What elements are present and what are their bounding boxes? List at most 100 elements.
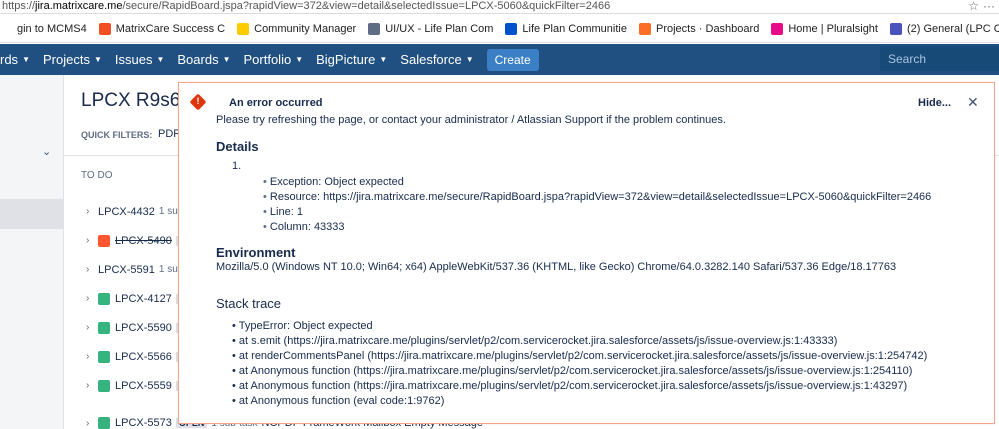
nav-item-rds[interactable]: rds ▼ [0, 52, 30, 67]
nav-item-label: Projects [42, 52, 90, 67]
nav-item-issues[interactable]: Issues ▼ [115, 52, 165, 67]
environment-heading: Environment [216, 245, 296, 260]
bookmark-item[interactable]: MatrixCare Success C [98, 22, 226, 35]
more-menu-icon[interactable]: ··· [983, 0, 995, 13]
nav-item-portfolio[interactable]: Portfolio ▼ [244, 52, 304, 67]
bookmark-favicon-icon [368, 22, 381, 35]
bullet: • [232, 380, 239, 392]
issue-key[interactable]: LPCX-5490 [115, 235, 172, 247]
stack-trace-heading: Stack trace [216, 296, 282, 311]
details-item: • Exception: Object expected [263, 176, 404, 188]
chevron-right-icon: › [86, 417, 90, 429]
bookmark-label: Community Manager [254, 22, 357, 35]
stack-trace-text: at Anonymous function (https://jira.matr… [238, 380, 908, 392]
bookmark-item[interactable]: Home | Pluralsight [771, 22, 878, 35]
issue-key[interactable]: LPCX-5591 [98, 264, 155, 276]
close-icon[interactable]: ✕ [967, 94, 979, 111]
url-prefix: https:// [2, 0, 36, 12]
issue-key[interactable]: LPCX-4432 [98, 206, 155, 218]
bookmark-item[interactable]: Life Plan Communitie [505, 22, 627, 35]
issue-row[interactable]: › LPCX-5590 [70, 314, 190, 341]
nav-item-salesforce[interactable]: Salesforce ▼ [400, 52, 473, 67]
nav-item-label: Issues [114, 52, 153, 67]
story-icon [98, 321, 110, 334]
bookmark-item[interactable]: (2) General (LPC Clinic [889, 22, 999, 35]
bookmark-item[interactable]: UI/UX - Life Plan Com [368, 22, 494, 35]
details-item-text: Exception: Object expected [269, 176, 404, 188]
bookmark-favicon-icon [889, 22, 902, 35]
bookmark-item[interactable]: Community Manager [237, 22, 357, 35]
details-heading: Details [216, 139, 259, 154]
chevron-right-icon: › [86, 293, 90, 304]
bookmark-favicon-icon [771, 22, 784, 35]
details-item: • Resource: https://jira.matrixcare.me/s… [263, 191, 931, 203]
bookmarks-bar: gin to MCMS4 MatrixCare Success C Communit… [0, 15, 999, 43]
create-button[interactable]: Create [486, 48, 539, 71]
url-path: /secure/RapidBoard.jspa?rapidView=372&vi… [122, 0, 611, 12]
chevron-right-icon: › [86, 380, 90, 391]
stack-trace-text: at renderCommentsPanel (https://jira.mat… [238, 350, 928, 362]
issue-row[interactable]: › LPCX-5490 [70, 227, 190, 254]
story-icon [98, 379, 110, 392]
nav-item-label: rds [0, 52, 19, 67]
hide-button[interactable]: Hide... [918, 97, 951, 109]
bookmark-label: UI/UX - Life Plan Com [385, 22, 494, 35]
issue-key[interactable]: LPCX-5566 [115, 351, 172, 363]
issue-row[interactable]: › LPCX-5591 1 sub- [70, 256, 190, 283]
sidebar-selected-item[interactable] [0, 199, 64, 229]
bookmark-favicon-icon [98, 22, 111, 35]
bug-icon [98, 234, 110, 247]
details-item-text: Resource: https://jira.matrixcare.me/sec… [269, 191, 932, 203]
bookmark-label: Life Plan Communitie [522, 22, 627, 35]
bookmark-item[interactable]: gin to MCMS4 [0, 22, 87, 35]
bullet: • [232, 350, 239, 362]
chevron-right-icon: › [86, 264, 90, 275]
details-item-text: Line: 1 [269, 206, 303, 218]
issue-key[interactable]: LPCX-5559 [115, 380, 172, 392]
search-input[interactable]: Search [880, 47, 999, 71]
bookmark-favicon-icon [0, 22, 12, 35]
issue-key[interactable]: LPCX-5573 [115, 417, 172, 429]
bookmark-label: MatrixCare Success C [115, 22, 226, 35]
caret-down-icon: ▼ [379, 55, 388, 64]
stack-trace-text: at s.emit (https://jira.matrixcare.me/pl… [238, 335, 838, 347]
caret-down-icon: ▼ [222, 55, 231, 64]
bullet: • [232, 335, 239, 347]
chevron-down-icon[interactable]: ⌄ [42, 145, 51, 158]
story-icon [98, 417, 110, 429]
bookmark-favicon-icon [237, 22, 250, 35]
issue-key[interactable]: LPCX-4127 [115, 293, 172, 305]
bookmark-favicon-icon [638, 22, 651, 35]
bullet: • [232, 365, 239, 377]
bullet: • [263, 191, 270, 203]
story-icon [98, 292, 110, 305]
caret-down-icon: ▼ [93, 55, 102, 64]
story-icon [98, 350, 110, 363]
error-message: Please try refreshing the page, or conta… [216, 114, 726, 126]
caret-down-icon: ▼ [465, 55, 474, 64]
stack-trace-text: TypeError: Object expected [238, 320, 373, 332]
favorite-star-icon[interactable]: ☆ [968, 0, 979, 13]
nav-item-label: BigPicture [316, 52, 376, 67]
stack-trace-line: • at Anonymous function (https://jira.ma… [232, 380, 907, 392]
left-sidebar: ⌄ [0, 75, 64, 429]
stack-trace-line: • at Anonymous function (https://jira.ma… [232, 365, 912, 377]
bookmark-item[interactable]: Projects · Dashboard [638, 22, 759, 35]
nav-item-boards[interactable]: Boards ▼ [177, 52, 230, 67]
address-bar[interactable]: https://jira.matrixcare.me/secure/RapidB… [0, 0, 999, 14]
chevron-right-icon: › [86, 206, 90, 217]
url-domain: jira.matrixcare.me [35, 0, 123, 12]
bullet: • [232, 320, 239, 332]
nav-item-bigpicture[interactable]: BigPicture ▼ [316, 52, 387, 67]
environment-text: Mozilla/5.0 (Windows NT 10.0; Win64; x64… [216, 261, 897, 273]
details-item: • Line: 1 [263, 206, 303, 218]
issue-row[interactable]: › LPCX-4432 1 sub- [70, 198, 190, 225]
issue-row[interactable]: › LPCX-5566 [70, 343, 190, 370]
stack-trace-line: • at s.emit (https://jira.matrixcare.me/… [232, 335, 837, 347]
bullet: • [263, 221, 270, 233]
issue-row[interactable]: › LPCX-4127 [70, 285, 190, 312]
issue-key[interactable]: LPCX-5590 [115, 322, 172, 334]
issue-row[interactable]: › LPCX-5559 [70, 372, 190, 399]
nav-item-projects[interactable]: Projects ▼ [43, 52, 102, 67]
details-item: • Column: 43333 [263, 221, 345, 233]
